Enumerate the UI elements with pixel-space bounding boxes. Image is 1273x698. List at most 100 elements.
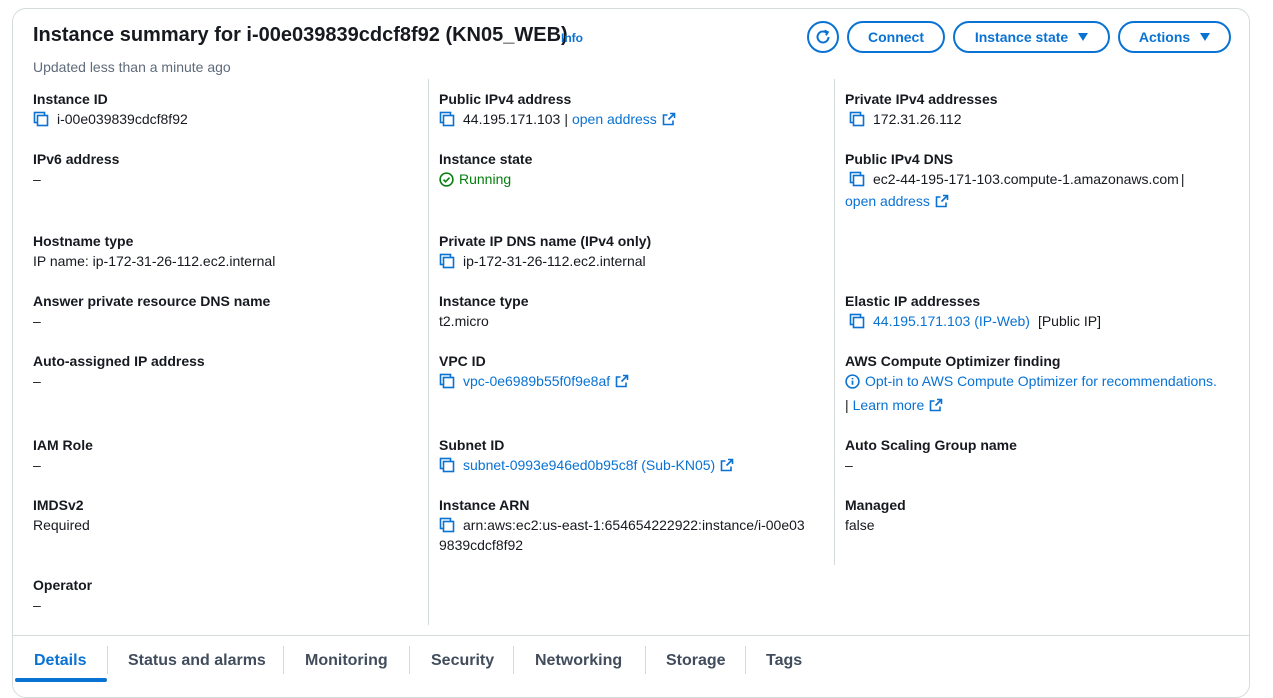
instance-state-field-label: Instance state [439, 151, 533, 167]
asg-value: – [845, 457, 853, 473]
vpc-id-link[interactable]: vpc-0e6989b55f0f9e8af [463, 371, 610, 391]
instance-state-dropdown[interactable]: Instance state [953, 21, 1110, 53]
iam-role-label: IAM Role [33, 437, 93, 453]
auto-ip-label: Auto-assigned IP address [33, 353, 205, 369]
external-link-icon [615, 374, 629, 388]
optimizer-value: Opt-in to AWS Compute Optimizer for reco… [845, 371, 1217, 391]
info-circle-icon [845, 373, 860, 389]
tabs-bar: Details Status and alarms Monitoring Sec… [13, 635, 1249, 687]
open-address-link[interactable]: open address [845, 191, 930, 211]
instance-arn-text-line2: 9839cdcf8f92 [439, 537, 524, 553]
instance-arn-field: Instance ARN arn:aws:ec2:us-east-1:65465… [439, 495, 805, 555]
info-link[interactable]: Info [561, 31, 583, 45]
external-link-icon [720, 458, 734, 472]
managed-field: Managed false [845, 495, 906, 535]
tab-details[interactable]: Details [34, 652, 86, 670]
answer-dns-label: Answer private resource DNS name [33, 293, 271, 309]
column-divider [834, 79, 835, 565]
connect-button[interactable]: Connect [847, 21, 945, 53]
ipv6-value: – [33, 171, 41, 187]
vpc-id-field: VPC ID vpc-0e6989b55f0f9e8af [439, 351, 629, 391]
public-dns-open: open address [845, 191, 1184, 211]
tab-status-alarms[interactable]: Status and alarms [128, 652, 266, 670]
subnet-id-link[interactable]: subnet-0993e946ed0b95c8f (Sub-KN05) [463, 455, 715, 475]
public-dns-label: Public IPv4 DNS [845, 151, 954, 167]
instance-state-field: Instance state Running [439, 149, 532, 189]
subnet-id-label: Subnet ID [439, 437, 505, 453]
public-dns-text: ec2-44-195-171-103.compute-1.amazonaws.c… [873, 171, 1179, 187]
copy-icon[interactable] [439, 517, 455, 533]
copy-icon[interactable] [849, 313, 865, 329]
actions-dropdown[interactable]: Actions [1118, 21, 1231, 53]
optimizer-link[interactable]: Opt-in to AWS Compute Optimizer for reco… [865, 371, 1217, 391]
tab-security[interactable]: Security [431, 652, 494, 670]
tab-tags[interactable]: Tags [766, 652, 802, 670]
elastic-ip-tag: [Public IP] [1037, 313, 1101, 329]
instance-state-value: Running [439, 169, 532, 189]
column-divider [428, 79, 429, 625]
operator-field: Operator – [33, 575, 92, 615]
running-status: Running [459, 171, 512, 187]
check-circle-icon [439, 171, 454, 187]
public-ipv4-field: Public IPv4 address 44.195.171.103 | ope… [439, 89, 676, 129]
tab-monitoring[interactable]: Monitoring [305, 652, 388, 670]
public-ipv4-label: Public IPv4 address [439, 91, 572, 107]
instance-id-field: Instance ID i-00e039839cdcf8f92 [33, 89, 188, 129]
hostname-type-field: Hostname type IP name: ip-172-31-26-112.… [33, 231, 275, 271]
tab-separator [513, 646, 514, 674]
imdsv2-label: IMDSv2 [33, 497, 84, 513]
public-ipv4-text: 44.195.171.103 [463, 111, 561, 127]
private-ipv4-text: 172.31.26.112 [873, 111, 962, 127]
caret-down-icon [1078, 33, 1089, 41]
copy-icon[interactable] [439, 457, 455, 473]
optimizer-field: AWS Compute Optimizer finding Opt-in to … [845, 351, 1217, 415]
instance-id-value: i-00e039839cdcf8f92 [33, 109, 188, 129]
instance-type-value: t2.micro [439, 313, 489, 329]
external-link-icon [662, 112, 676, 126]
auto-ip-value: – [33, 373, 41, 389]
copy-icon[interactable] [849, 111, 865, 127]
connect-button-label: Connect [868, 29, 924, 45]
iam-role-value: – [33, 457, 41, 473]
learn-more-link[interactable]: Learn more [853, 395, 925, 415]
subnet-id-field: Subnet ID subnet-0993e946ed0b95c8f (Sub-… [439, 435, 734, 475]
active-tab-indicator [15, 678, 107, 682]
public-dns-value: ec2-44-195-171-103.compute-1.amazonaws.c… [845, 169, 1184, 189]
instance-id-text: i-00e039839cdcf8f92 [57, 111, 188, 127]
ipv6-label: IPv6 address [33, 151, 120, 167]
operator-label: Operator [33, 577, 93, 593]
vpc-id-label: VPC ID [439, 353, 486, 369]
tab-networking[interactable]: Networking [535, 652, 622, 670]
external-link-icon [935, 194, 949, 208]
refresh-button[interactable] [807, 21, 839, 53]
private-ipv4-value: 172.31.26.112 [845, 109, 998, 129]
private-dns-label: Private IP DNS name (IPv4 only) [439, 233, 652, 249]
elastic-ip-field: Elastic IP addresses 44.195.171.103 (IP-… [845, 291, 1101, 331]
copy-icon[interactable] [849, 171, 865, 187]
managed-label: Managed [845, 497, 906, 513]
copy-icon[interactable] [33, 111, 49, 127]
imdsv2-value: Required [33, 517, 90, 533]
managed-value: false [845, 517, 875, 533]
refresh-icon [816, 29, 830, 44]
copy-icon[interactable] [439, 373, 455, 389]
elastic-ip-value: 44.195.171.103 (IP-Web) [Public IP] [845, 311, 1101, 331]
answer-dns-field: Answer private resource DNS name – [33, 291, 270, 331]
actions-label: Actions [1138, 29, 1191, 45]
page-title: Instance summary for i-00e039839cdcf8f92… [33, 24, 568, 46]
hostname-type-value: IP name: ip-172-31-26-112.ec2.internal [33, 253, 276, 269]
open-address-link[interactable]: open address [572, 109, 657, 129]
elastic-ip-link[interactable]: 44.195.171.103 (IP-Web) [873, 311, 1030, 331]
separator: | [564, 111, 568, 127]
separator: | [845, 397, 849, 413]
learn-more-row: | Learn more [845, 395, 1217, 415]
copy-icon[interactable] [439, 253, 455, 269]
ipv6-field: IPv6 address – [33, 149, 119, 189]
operator-value: – [33, 597, 41, 613]
elastic-ip-label: Elastic IP addresses [845, 293, 981, 309]
private-dns-field: Private IP DNS name (IPv4 only) ip-172-3… [439, 231, 651, 271]
tab-storage[interactable]: Storage [666, 652, 726, 670]
private-ipv4-label: Private IPv4 addresses [845, 91, 998, 107]
copy-icon[interactable] [439, 111, 455, 127]
subnet-id-value: subnet-0993e946ed0b95c8f (Sub-KN05) [439, 455, 734, 475]
